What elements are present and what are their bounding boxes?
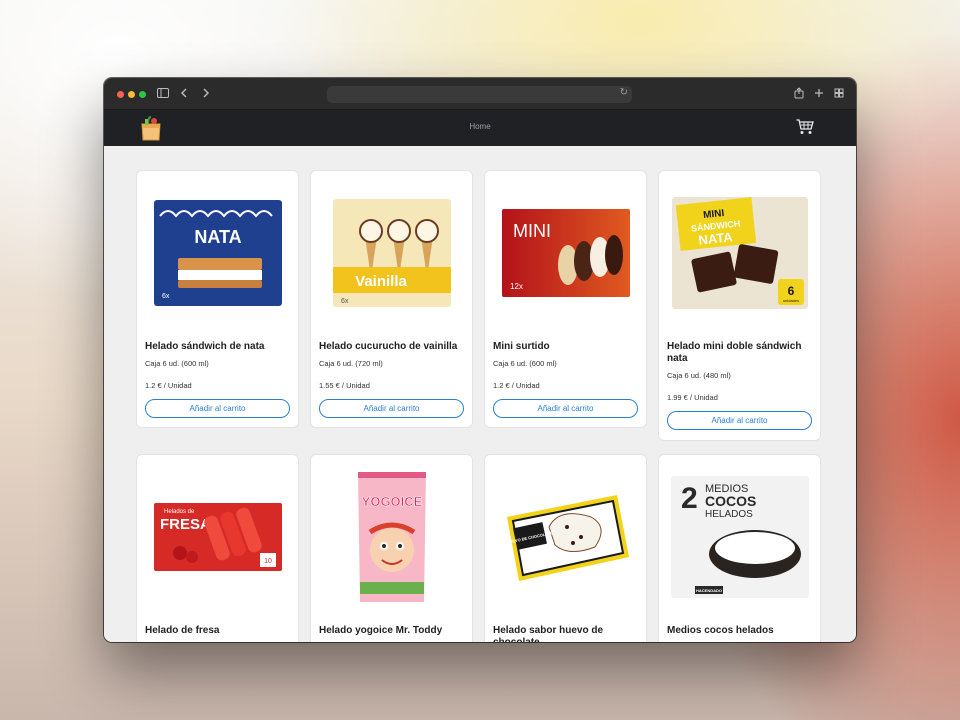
product-image-text: 6 [787,284,794,298]
product-price: 1.2 € / Unidad [493,381,540,390]
product-name[interactable]: Helado sabor huevo de chocolate [493,625,638,642]
product-card: Vainilla 6x Helado cucurucho de vainilla… [310,170,473,428]
back-icon[interactable] [177,87,191,101]
product-price: 1.2 € / Unidad [145,381,192,390]
minimize-window-button[interactable] [128,91,135,98]
product-name[interactable]: Mini surtido [493,341,638,353]
product-image[interactable]: Vainilla 6x [319,171,464,335]
product-name[interactable]: Helado yogoice Mr. Toddy [319,625,464,637]
product-name[interactable]: Helado de fresa [145,625,290,637]
browser-window: ↻ Home NATA 6x Helado sándwich de nata C… [104,78,856,642]
product-price: 1.55 € / Unidad [319,381,370,390]
browser-titlebar: ↻ [104,78,856,110]
product-image[interactable]: 2 MEDIOS COCOS HELADOS HACENDADO [667,455,812,619]
tab-overview-icon[interactable] [832,87,846,101]
sidebar-icon[interactable] [156,87,170,101]
forward-icon[interactable] [199,87,213,101]
product-image-text: Vainilla [355,273,407,290]
product-grid: NATA 6x Helado sándwich de nata Caja 6 u… [136,170,821,642]
product-image[interactable]: MINI 12x [493,171,638,335]
product-name[interactable]: Medios cocos helados [667,625,812,637]
product-card: HUEVO DE CHOCOLATE Helado sabor huevo de… [484,454,647,642]
product-image[interactable]: Helados de FRESA 10 [145,455,290,619]
product-image[interactable]: MINI SÁNDWICH NATA 6 unidades [667,171,812,335]
product-image[interactable]: HUEVO DE CHOCOLATE [493,455,638,619]
reload-icon[interactable]: ↻ [620,87,628,98]
product-image-text: 6x [162,293,170,300]
product-image-text: 6x [341,298,349,305]
product-image-text: unidades [782,298,798,303]
product-card: MINI 12x Mini surtido Caja 6 ud. (600 ml… [484,170,647,428]
product-image-text: Helados de [164,509,195,515]
product-image-text: 12x [510,282,523,291]
product-card: Helados de FRESA 10 Helado de fresa [136,454,299,642]
product-pack-size: Caja 6 ud. (480 ml) [667,371,731,380]
product-image-text: MINI [702,208,724,221]
add-to-cart-button[interactable]: Añadir al carrito [319,399,464,418]
share-icon[interactable] [792,87,806,101]
add-to-cart-button[interactable]: Añadir al carrito [667,411,812,430]
product-name[interactable]: Helado cucurucho de vainilla [319,341,464,353]
maximize-window-button[interactable] [139,91,146,98]
nav-home-link[interactable]: Home [104,122,856,131]
product-image-text: MINI [513,221,551,241]
product-pack-size: Caja 6 ud. (720 ml) [319,359,383,368]
address-bar[interactable]: ↻ [327,86,632,103]
product-image[interactable]: YOGOICE [319,455,464,619]
product-image-text: HELADOS [705,509,753,520]
product-image[interactable]: NATA 6x [145,171,290,335]
close-window-button[interactable] [117,91,124,98]
product-image-text: COCOS [705,493,756,509]
product-name[interactable]: Helado mini doble sándwich nata [667,341,812,365]
product-name[interactable]: Helado sándwich de nata [145,341,290,353]
cart-icon[interactable] [796,119,814,135]
product-image-text: 10 [264,558,272,565]
new-tab-icon[interactable] [812,87,826,101]
product-image-text: 2 [681,482,698,515]
app-navbar: Home [104,110,856,146]
add-to-cart-button[interactable]: Añadir al carrito [493,399,638,418]
product-card: MINI SÁNDWICH NATA 6 unidades Helado min… [658,170,821,441]
product-image-text: YOGOICE [361,494,422,509]
product-card: YOGOICE Helado yogoice Mr. Toddy [310,454,473,642]
product-price: 1.99 € / Unidad [667,393,718,402]
product-image-text: FRESA [160,516,211,533]
product-image-text: HACENDADO [696,588,722,593]
product-listing: NATA 6x Helado sándwich de nata Caja 6 u… [104,146,856,642]
add-to-cart-button[interactable]: Añadir al carrito [145,399,290,418]
product-image-text: NATA [194,227,241,247]
product-pack-size: Caja 6 ud. (600 ml) [493,359,557,368]
product-pack-size: Caja 6 ud. (600 ml) [145,359,209,368]
product-card: 2 MEDIOS COCOS HELADOS HACENDADO Medios … [658,454,821,642]
product-card: NATA 6x Helado sándwich de nata Caja 6 u… [136,170,299,428]
